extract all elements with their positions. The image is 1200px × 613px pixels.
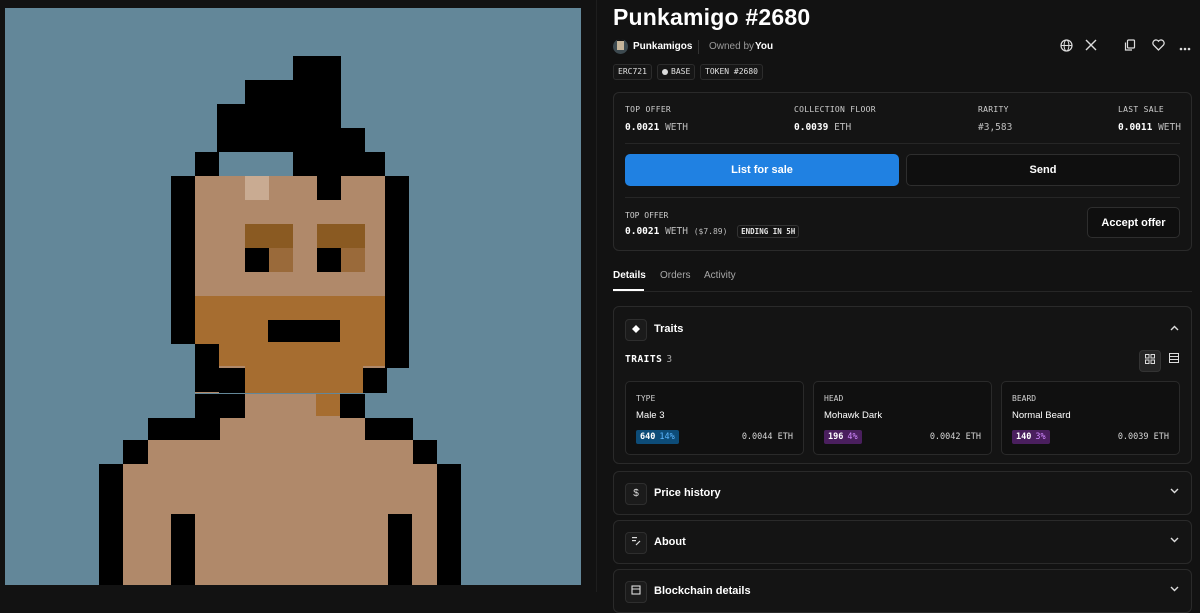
x-icon[interactable] xyxy=(1083,39,1099,55)
tab-details[interactable]: Details xyxy=(613,270,646,281)
send-button[interactable]: Send xyxy=(906,154,1180,186)
traits-title[interactable]: Traits xyxy=(654,323,683,335)
about-title[interactable]: About xyxy=(654,536,686,548)
trait-floor-price: 0.0042 ETH xyxy=(929,432,981,442)
chain-label: BASE xyxy=(671,67,691,76)
stat-last-sale[interactable]: LAST SALE 0.0011 WETH xyxy=(1118,105,1181,133)
trait-count-badge: 640 14% xyxy=(636,430,679,444)
token-id-chip: TOKEN #2680 xyxy=(700,64,763,80)
chevron-down-icon[interactable] xyxy=(1170,535,1179,546)
stat-top-offer[interactable]: TOP OFFER 0.0021 WETH xyxy=(625,105,688,133)
collection-avatar[interactable] xyxy=(613,39,628,54)
owner-link[interactable]: You xyxy=(755,41,773,52)
nft-title: Punkamigo #2680 xyxy=(613,4,811,30)
top-offer-unit: WETH xyxy=(665,226,688,237)
punk-pixel-art xyxy=(5,8,581,585)
base-chain-icon xyxy=(662,68,668,75)
traits-count: 3 xyxy=(666,354,673,365)
top-offer-value: 0.0021 xyxy=(625,226,660,237)
traits-icon xyxy=(625,319,647,341)
traits-panel: Traits TRAITS 3 TYPE Male 3 640 14% 0.0044… xyxy=(613,306,1192,464)
trait-type: BEARD xyxy=(1012,394,1037,403)
trait-count-badge: 140 3% xyxy=(1012,430,1050,444)
more-icon[interactable] xyxy=(1177,39,1193,55)
copy-icon[interactable] xyxy=(1122,39,1138,55)
stat-unit: WETH xyxy=(665,122,688,133)
stat-label: COLLECTION FLOOR xyxy=(794,105,876,114)
chevron-up-icon[interactable] xyxy=(1170,323,1179,334)
trait-type: HEAD xyxy=(824,394,844,403)
stat-value: #3,583 xyxy=(978,122,1013,133)
tab-activity[interactable]: Activity xyxy=(704,270,736,281)
divider xyxy=(625,197,1180,198)
about-icon xyxy=(625,532,647,554)
chain-chip[interactable]: BASE xyxy=(657,64,696,80)
stat-label: RARITY xyxy=(978,105,1009,114)
stat-rarity[interactable]: RARITY #3,583 xyxy=(978,105,1012,133)
about-panel[interactable]: About xyxy=(613,520,1192,564)
pane-divider xyxy=(596,0,597,592)
trait-percent: 14% xyxy=(659,432,675,442)
globe-icon[interactable] xyxy=(1058,39,1074,55)
trait-count: 140 xyxy=(1016,432,1032,442)
dollar-icon: $ xyxy=(625,483,647,505)
stat-value: 0.0011 xyxy=(1118,122,1153,133)
stat-label: TOP OFFER xyxy=(625,105,672,114)
trait-card-type[interactable]: TYPE Male 3 640 14% 0.0044 ETH xyxy=(625,381,804,455)
heart-icon[interactable] xyxy=(1150,39,1166,55)
trait-floor-price: 0.0044 ETH xyxy=(741,432,793,442)
accept-offer-button[interactable]: Accept offer xyxy=(1087,207,1180,238)
top-offer-label: TOP OFFER xyxy=(625,211,669,220)
offer-ending-badge: ENDING IN 5H xyxy=(737,225,800,238)
trait-value: Normal Beard xyxy=(1012,410,1071,421)
owner-row: Punkamigos Owned by You xyxy=(613,38,1192,56)
stat-label: LAST SALE xyxy=(1118,105,1165,114)
price-history-title[interactable]: Price history xyxy=(654,487,721,499)
trait-card-head[interactable]: HEAD Mohawk Dark 196 4% 0.0042 ETH xyxy=(813,381,992,455)
trait-count: 640 xyxy=(640,432,656,442)
stat-unit: WETH xyxy=(1158,122,1181,133)
trait-value: Male 3 xyxy=(636,410,665,421)
standard-chip: ERC721 xyxy=(613,64,652,80)
price-history-panel[interactable]: $ Price history xyxy=(613,471,1192,515)
collection-link[interactable]: Punkamigos xyxy=(633,41,692,52)
blockchain-details-title[interactable]: Blockchain details xyxy=(654,585,751,597)
trait-percent: 4% xyxy=(847,432,858,442)
traits-header: TRAITS 3 xyxy=(625,354,673,365)
trait-card-beard[interactable]: BEARD Normal Beard 140 3% 0.0039 ETH xyxy=(1001,381,1180,455)
grid-view-icon[interactable] xyxy=(1139,350,1161,372)
stat-value: 0.0021 xyxy=(625,122,660,133)
top-offer-usd: ($7.89) xyxy=(693,227,728,236)
trait-floor-price: 0.0039 ETH xyxy=(1117,432,1169,442)
trait-percent: 3% xyxy=(1035,432,1046,442)
trait-type: TYPE xyxy=(636,394,656,403)
stat-collection-floor[interactable]: COLLECTION FLOOR 0.0039 ETH xyxy=(794,105,876,133)
blockchain-details-panel[interactable]: Blockchain details xyxy=(613,569,1192,613)
trait-value: Mohawk Dark xyxy=(824,410,883,421)
divider xyxy=(625,143,1180,144)
trait-count-badge: 196 4% xyxy=(824,430,862,444)
blockchain-icon xyxy=(625,581,647,603)
list-view-icon[interactable] xyxy=(1164,350,1184,370)
owned-by-label: Owned by xyxy=(709,41,755,52)
active-tab-indicator xyxy=(613,289,644,291)
nft-image[interactable] xyxy=(5,8,581,585)
top-offer-block: TOP OFFER 0.0021 WETH ($7.89) ENDING IN … xyxy=(625,211,800,238)
tab-orders[interactable]: Orders xyxy=(660,270,691,281)
detail-tabs: Details Orders Activity xyxy=(613,262,1192,292)
list-for-sale-button[interactable]: List for sale xyxy=(625,154,899,186)
offer-card: TOP OFFER 0.0021 WETH COLLECTION FLOOR 0… xyxy=(613,92,1192,251)
chevron-down-icon[interactable] xyxy=(1170,486,1179,497)
media-pane xyxy=(0,0,592,592)
separator xyxy=(698,40,699,54)
stat-value: 0.0039 xyxy=(794,122,829,133)
traits-label: TRAITS xyxy=(625,354,663,365)
stat-unit: ETH xyxy=(834,122,852,133)
details-pane: Punkamigo #2680 Punkamigos Owned by You … xyxy=(613,0,1192,613)
trait-count: 196 xyxy=(828,432,844,442)
chevron-down-icon[interactable] xyxy=(1170,584,1179,595)
